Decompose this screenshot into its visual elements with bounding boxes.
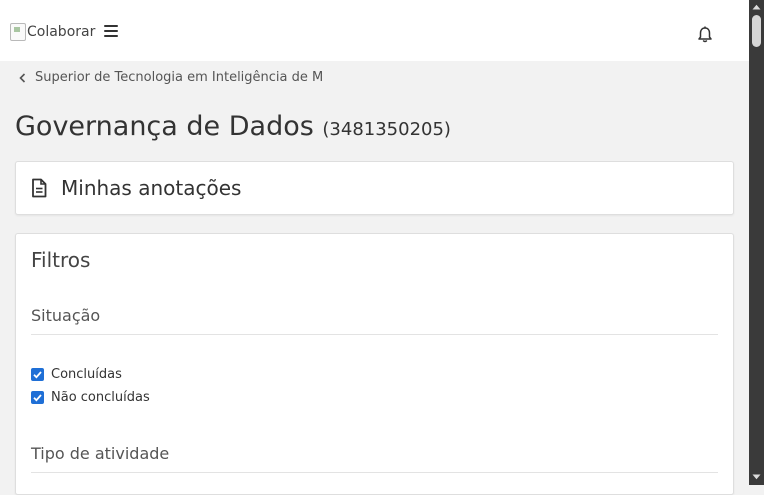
logo[interactable]: Colaborar: [10, 23, 95, 41]
checkbox-nao-concluidas-label: Não concluídas: [51, 390, 150, 405]
scrollbar[interactable]: [749, 0, 764, 485]
checkbox-checked-icon[interactable]: [31, 368, 44, 381]
tipo-atividade-heading: Tipo de atividade: [31, 444, 718, 473]
scrollbar-thumb[interactable]: [752, 15, 761, 47]
notes-label: Minhas anotações: [61, 176, 242, 200]
top-bar: Colaborar: [0, 0, 749, 61]
situacao-heading: Situação: [31, 306, 718, 335]
checkbox-concluidas[interactable]: Concluídas: [31, 367, 122, 382]
breadcrumb-label: Superior de Tecnologia em Inteligência d…: [35, 70, 324, 85]
checkbox-checked-icon[interactable]: [31, 391, 44, 404]
scroll-up-arrow-icon[interactable]: [752, 4, 761, 10]
scroll-down-arrow-icon[interactable]: [752, 474, 761, 480]
chevron-left-icon: [19, 72, 26, 83]
checkbox-nao-concluidas[interactable]: Não concluídas: [31, 390, 150, 405]
page-title-text: Governança de Dados: [15, 111, 314, 142]
menu-icon[interactable]: [104, 25, 118, 37]
filters-card: Filtros Situação Concluídas Não concluíd…: [15, 233, 734, 495]
page-title: Governança de Dados (3481350205): [15, 111, 451, 142]
course-code: (3481350205): [322, 119, 451, 140]
notes-card[interactable]: Minhas anotações: [15, 161, 734, 215]
document-icon: [32, 178, 47, 198]
checkbox-concluidas-label: Concluídas: [51, 367, 122, 382]
bell-icon[interactable]: [697, 26, 713, 44]
filters-title: Filtros: [31, 248, 91, 272]
logo-alt-text: Colaborar: [27, 24, 96, 40]
broken-image-icon: [10, 23, 26, 41]
breadcrumb[interactable]: Superior de Tecnologia em Inteligência d…: [18, 70, 323, 85]
